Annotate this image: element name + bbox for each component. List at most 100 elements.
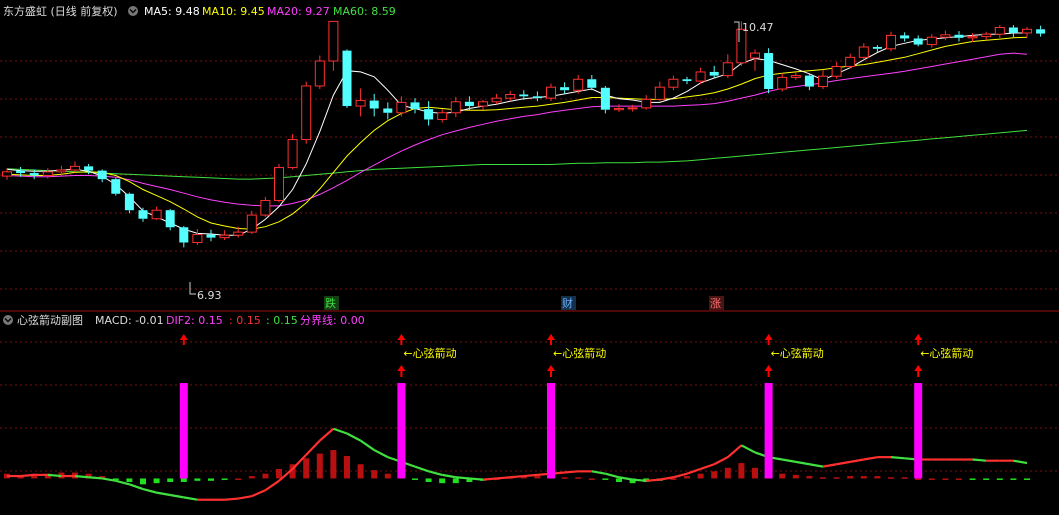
candle-body-up [437, 112, 448, 120]
candle-body-up [940, 34, 951, 38]
event-tag-down[interactable]: 跌 [324, 296, 339, 310]
candle-body-down [913, 38, 923, 45]
macd-bar [412, 478, 418, 480]
candle [709, 65, 719, 79]
candle-body-down [16, 170, 26, 174]
candle-body-up [750, 52, 760, 59]
macd-bar [180, 478, 187, 482]
dif-line-segment [20, 473, 35, 478]
signal-bar [764, 383, 773, 479]
candle-body-down [900, 35, 910, 39]
candle [342, 49, 352, 108]
signal-label: ←心弦箭动 [920, 346, 973, 360]
dif-line-segment [510, 474, 524, 479]
macd-bar [874, 476, 881, 479]
dif-line-segment [442, 473, 456, 479]
candle-body-down [111, 179, 121, 194]
macd-bar [752, 467, 758, 479]
candle-body-up [56, 169, 67, 173]
macd-bar [153, 478, 160, 484]
dif-line-segment [428, 470, 443, 476]
macd-bar [697, 473, 704, 479]
dif-line-segment [632, 478, 647, 482]
candle-body-up [573, 78, 584, 91]
candle-body-down [709, 71, 719, 76]
ma5-line [6, 32, 1027, 236]
sub-indicator-panel[interactable]: ←心弦箭动 ←心弦箭动 ←心弦箭动 ←心弦箭动 [4, 334, 1030, 501]
ma60-label: MA60: 8.59 [333, 5, 396, 18]
candle [424, 101, 434, 126]
dif-line-segment [740, 444, 756, 454]
macd-bar [561, 477, 568, 479]
candle-body-up [818, 75, 828, 88]
candle-body-up [246, 214, 257, 233]
candle [654, 81, 665, 102]
candle [505, 90, 516, 102]
dif-line-segment [809, 463, 824, 468]
macd-bar [248, 476, 255, 479]
macd-bar [384, 473, 391, 479]
ma60-line [6, 129, 1028, 180]
chart-canvas: ←心弦箭动 ←心弦箭动 ←心弦箭动 ←心弦箭动 东方盛虹 (日线 前复权) MA5: … [0, 4, 1059, 501]
event-tag-up[interactable]: 涨 [709, 296, 724, 310]
candle [668, 75, 679, 91]
candle-body-up [260, 199, 271, 216]
macd-label: MACD: -0.01 [95, 314, 164, 327]
candle [478, 99, 488, 110]
candle [301, 81, 312, 144]
dif-line-segment [224, 497, 239, 501]
macd-bar [235, 478, 242, 480]
candle [274, 163, 284, 203]
signal-label: ←心弦箭动 [553, 346, 606, 360]
dif-line-segment [346, 432, 362, 442]
dif-line-segment [713, 456, 729, 466]
candle-body-up [151, 209, 162, 220]
macd-bar [983, 478, 990, 480]
signal-label: ←心弦箭动 [403, 346, 456, 360]
candle-body-down [587, 79, 597, 88]
signal-label: ←心弦箭动 [771, 346, 824, 360]
candle-body-up [668, 78, 679, 88]
macd-bar [928, 478, 935, 480]
candle-body-down [560, 87, 570, 91]
event-tag-finance[interactable]: 财 [561, 296, 576, 310]
candle-body-up [505, 93, 516, 99]
event-tag-down-label: 跌 [325, 296, 336, 310]
candle [314, 55, 325, 89]
dif-line-segment [972, 458, 987, 462]
sub-settings-icon[interactable] [3, 315, 13, 325]
candle [287, 134, 298, 170]
candle [722, 54, 733, 79]
candle-body-down [954, 34, 964, 38]
macd-bar [194, 478, 201, 481]
macd-bar [344, 455, 350, 479]
dif-line-segment [782, 458, 796, 463]
candle [587, 74, 597, 91]
main-price-panel[interactable] [2, 20, 1046, 248]
macd-bar [534, 476, 541, 479]
candle [900, 32, 910, 42]
macd-bar [847, 476, 854, 479]
candle [70, 161, 80, 173]
candle-body-up [546, 86, 556, 99]
ma10-line [6, 36, 1028, 230]
candle [831, 62, 842, 79]
macd-bar [221, 478, 228, 480]
dif-line-segment [251, 489, 266, 498]
candle-body-up [654, 86, 665, 100]
candle [206, 229, 216, 242]
candle-body-up [478, 101, 488, 107]
candle-body-down [342, 50, 352, 107]
low-price-label: 6.93 [197, 289, 222, 302]
dif-line-segment [727, 444, 743, 458]
candle-body-down [424, 109, 434, 120]
settings-icon[interactable] [128, 6, 138, 16]
dif-line-segment [482, 477, 497, 481]
macd-bar [888, 477, 894, 479]
dif-line-segment [795, 460, 810, 466]
candle [151, 206, 162, 220]
dif2-label: DIF2: 0.15 [166, 314, 223, 327]
candle [845, 53, 856, 69]
candle [396, 96, 407, 117]
dif-line-segment [129, 483, 144, 491]
